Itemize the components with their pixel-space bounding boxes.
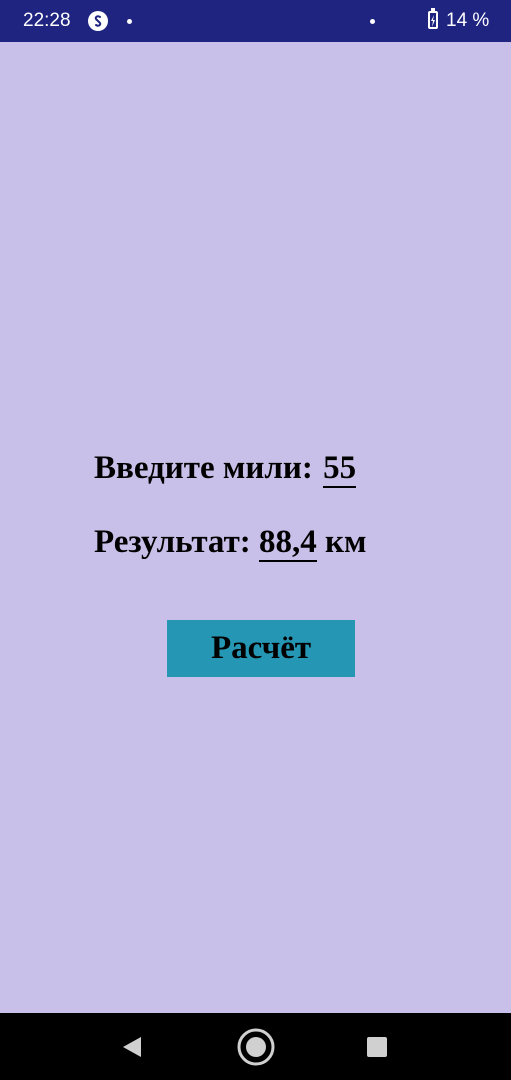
navigation-bar [0,1013,511,1080]
result-label: Результат: [94,524,251,560]
back-icon[interactable] [108,1013,156,1080]
miles-input-row: Введите мили: 55 [94,450,357,488]
result-value: 88,4 [259,524,317,562]
calculate-button[interactable]: Расчёт [167,620,355,677]
recents-icon[interactable] [353,1013,401,1080]
notification-dot-icon [127,19,132,24]
main-screen: Введите мили: 55 Результат: 88,4 км Расч… [0,42,511,1013]
home-icon[interactable] [230,1013,282,1080]
battery-percent: 14 % [446,10,490,31]
status-bar: 22:28 14 % [0,0,511,42]
miles-input-label: Введите мили: [94,450,313,486]
result-row: Результат: 88,4 км [94,524,367,562]
status-time: 22:28 [23,10,71,31]
result-unit: км [325,524,367,560]
battery-charging-icon [428,8,438,29]
shazam-icon [88,11,108,31]
notification-dot-icon [370,19,375,24]
miles-input-field[interactable]: 55 [323,452,357,488]
